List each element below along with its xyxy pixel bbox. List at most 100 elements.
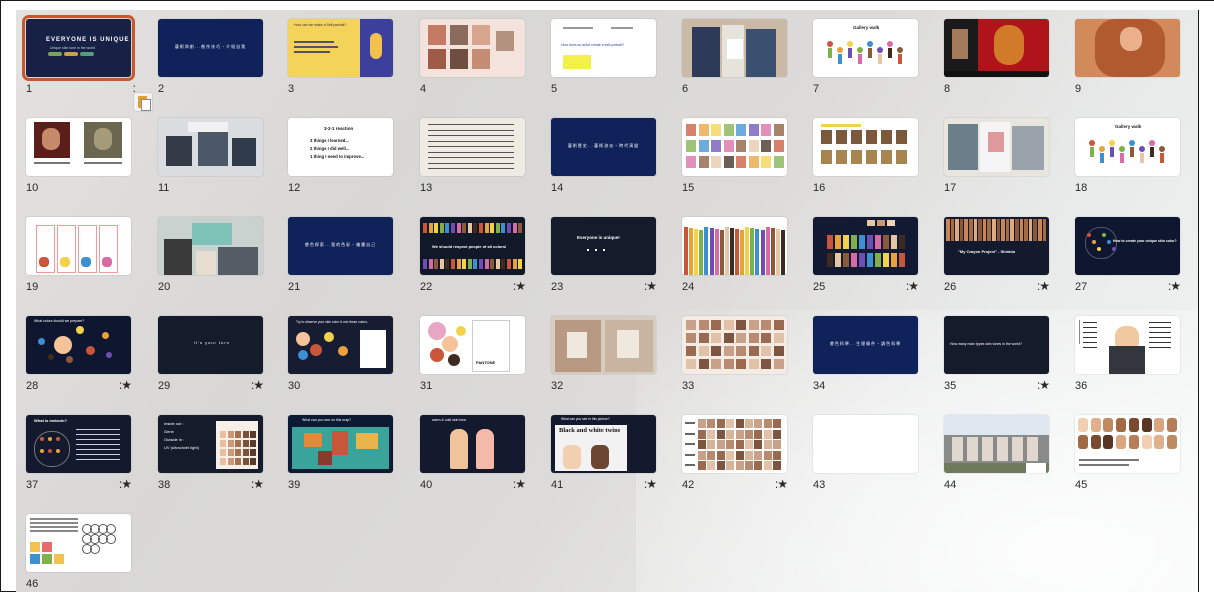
slide-20[interactable]: 20 <box>158 217 263 305</box>
slide-thumbnail[interactable] <box>944 19 1049 77</box>
slide-41[interactable]: What can you see in this picture? Black a… <box>551 415 657 503</box>
slide-number: 29 <box>158 380 171 392</box>
slide-44[interactable]: 44 <box>944 415 1049 503</box>
slide-thumbnail[interactable]: What can you see on this map? <box>288 415 393 473</box>
slide-thumbnail[interactable]: Try to observe your skin color & mix the… <box>288 316 393 374</box>
slide-thumbnail[interactable] <box>420 19 525 77</box>
slide-22[interactable]: We should respect people of all colors! 2… <box>420 217 526 305</box>
slide-thumbnail[interactable]: How many main types skin tones in the wo… <box>944 316 1049 374</box>
slide-thumbnail[interactable]: We should respect people of all colors! <box>420 217 525 275</box>
slide-number: 41 <box>551 479 564 491</box>
slide-thumbnail[interactable] <box>813 118 918 176</box>
slide-thumbnail[interactable] <box>1075 19 1180 77</box>
slide-text: PANTONE <box>476 360 496 365</box>
slide-9[interactable]: 9 <box>1075 19 1180 107</box>
slide-16[interactable]: 16 <box>813 118 918 206</box>
slide-40[interactable]: warm & cold skin tone 40:★ <box>420 415 526 503</box>
slide-thumbnail[interactable] <box>682 415 787 473</box>
slide-thumbnail[interactable]: What colors should we prepare? <box>26 316 131 374</box>
skipped-slide-icon: :★ <box>512 279 526 293</box>
slide-30[interactable]: Try to observe your skin color & mix the… <box>288 316 393 404</box>
slide-thumbnail[interactable] <box>682 217 787 275</box>
slide-thumbnail[interactable] <box>944 415 1049 473</box>
slide-13[interactable]: 13 <box>420 118 525 206</box>
slide-thumbnail[interactable] <box>682 19 787 77</box>
slide-12[interactable]: 3-2-1 reaction 3 things I learned... 2 thi… <box>288 118 393 206</box>
slide-thumbnail[interactable]: Gallery walk <box>813 19 918 77</box>
slide-thumbnail[interactable] <box>551 316 656 374</box>
slide-42[interactable]: 42:★ <box>682 415 788 503</box>
slide-17[interactable]: 17 <box>944 118 1049 206</box>
slide-thumbnail[interactable]: 藝術與創...創作技巧・介紹自我 <box>158 19 263 77</box>
slide-thumbnail[interactable] <box>26 514 131 572</box>
slide-thumbnail[interactable]: 膚色科學...生理條件・調色科學 <box>813 316 918 374</box>
slide-thumbnail[interactable]: Gallery walk <box>1075 118 1180 176</box>
slide-4[interactable]: 4 <box>420 19 525 107</box>
slide-43[interactable]: 43 <box>813 415 918 503</box>
slide-thumbnail[interactable]: "My Crayon Project" - Shinido <box>944 217 1049 275</box>
slide-26[interactable]: "My Crayon Project" - Shinido 26:★ <box>944 217 1050 305</box>
slide-23[interactable]: Everyone is unique! 23:★ <box>551 217 657 305</box>
slide-14[interactable]: 藝術歷史...藝術流派・時代演變 14 <box>551 118 656 206</box>
slide-38[interactable]: Inside out : Gene Outside in : UV (ultravio… <box>158 415 264 503</box>
slide-thumbnail[interactable] <box>158 217 263 275</box>
slide-thumbnail[interactable]: EVERYONE IS UNIQUE Unique skin tone in th… <box>22 15 135 81</box>
slide-thumbnail[interactable] <box>158 118 263 176</box>
slide-1[interactable]: EVERYONE IS UNIQUE Unique skin tone in th… <box>22 15 152 111</box>
slide-25[interactable]: 25:★ <box>813 217 919 305</box>
slide-3[interactable]: How can we make a Self portrait? 3 <box>288 19 393 107</box>
slide-thumbnail[interactable]: 膚色探索...我的色彩・繪畫自己 <box>288 217 393 275</box>
slide-27[interactable]: How to create your unique skin color? 27:… <box>1075 217 1181 305</box>
slide-36[interactable]: 36 <box>1075 316 1180 404</box>
slide-10[interactable]: 10 <box>26 118 131 206</box>
slide-6[interactable]: 6 <box>682 19 787 107</box>
slide-thumbnail[interactable]: PANTONE <box>420 316 525 374</box>
star-icon: ★ <box>515 477 526 491</box>
slide-number: 28 <box>26 380 39 392</box>
slide-thumbnail[interactable]: Everyone is unique! <box>551 217 656 275</box>
slide-29[interactable]: It's your turn 29:★ <box>158 316 264 404</box>
slide-thumbnail[interactable]: What can you see in this picture? Black a… <box>551 415 656 473</box>
slide-thumbnail[interactable] <box>944 118 1049 176</box>
slide-thumbnail[interactable] <box>420 118 525 176</box>
slide-thumbnail[interactable] <box>26 118 131 176</box>
slide-thumbnail[interactable] <box>813 415 918 473</box>
slide-text: EVERYONE IS UNIQUE <box>46 37 130 43</box>
slide-thumbnail[interactable]: How to create your unique skin color? <box>1075 217 1180 275</box>
slide-thumbnail[interactable] <box>1075 316 1180 374</box>
slide-24[interactable]: 24 <box>682 217 787 305</box>
slide-31[interactable]: PANTONE 31 <box>420 316 525 404</box>
slide-thumbnail[interactable]: 3-2-1 reaction 3 things I learned... 2 thi… <box>288 118 393 176</box>
slide-46[interactable]: 46 <box>26 514 131 592</box>
slide-thumbnail[interactable]: 藝術歷史...藝術流派・時代演變 <box>551 118 656 176</box>
slide-28[interactable]: What colors should we prepare? 28:★ <box>26 316 132 404</box>
slide-thumbnail[interactable]: warm & cold skin tone <box>420 415 525 473</box>
slide-19[interactable]: 19 <box>26 217 131 305</box>
slide-thumbnail[interactable]: What is melanin? <box>26 415 131 473</box>
slide-39[interactable]: What can you see on this map? 39 <box>288 415 393 503</box>
slide-37[interactable]: What is melanin? 37:★ <box>26 415 132 503</box>
slide-45[interactable]: 45 <box>1075 415 1180 503</box>
slide-32[interactable]: 32 <box>551 316 656 404</box>
slide-thumbnail[interactable] <box>26 217 131 275</box>
slide-thumbnail[interactable] <box>813 217 918 275</box>
slide-21[interactable]: 膚色探索...我的色彩・繪畫自己 21 <box>288 217 393 305</box>
slide-7[interactable]: Gallery walk 7 <box>813 19 918 107</box>
slide-33[interactable]: 33 <box>682 316 787 404</box>
slide-thumbnail[interactable] <box>682 316 787 374</box>
slide-34[interactable]: 膚色科學...生理條件・調色科學 34 <box>813 316 918 404</box>
slide-thumbnail[interactable]: How can we make a Self portrait? <box>288 19 393 77</box>
star-icon: ★ <box>1039 279 1050 293</box>
slide-thumbnail[interactable] <box>682 118 787 176</box>
slide-18[interactable]: Gallery walk 18 <box>1075 118 1180 206</box>
slide-thumbnail[interactable]: It's your turn <box>158 316 263 374</box>
slide-2[interactable]: 藝術與創...創作技巧・介紹自我 2 <box>158 19 263 107</box>
slide-35[interactable]: How many main types skin tones in the wo… <box>944 316 1050 404</box>
slide-15[interactable]: 15 <box>682 118 787 206</box>
slide-thumbnail[interactable]: How does an artist create a self-portrai… <box>551 19 656 77</box>
slide-5[interactable]: How does an artist create a self-portrai… <box>551 19 656 107</box>
slide-thumbnail[interactable] <box>1075 415 1180 473</box>
slide-8[interactable]: 8 <box>944 19 1049 107</box>
slide-thumbnail[interactable]: Inside out : Gene Outside in : UV (ultravio… <box>158 415 263 473</box>
slide-11[interactable]: 11 <box>158 118 263 206</box>
